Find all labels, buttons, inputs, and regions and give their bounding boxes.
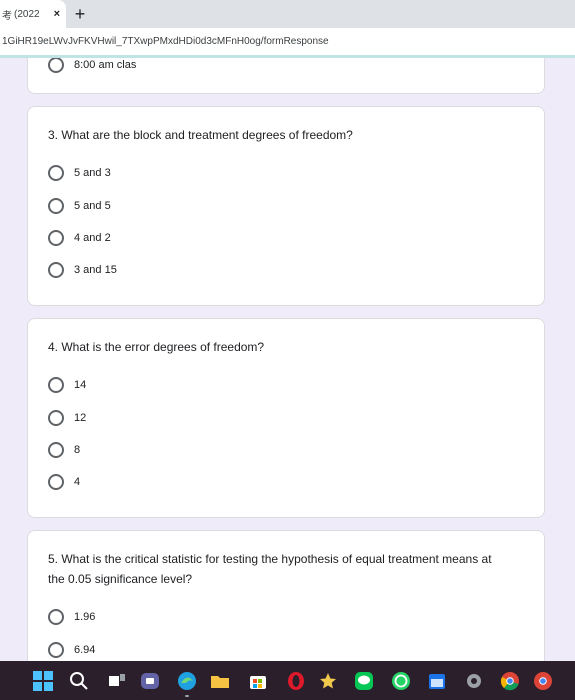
radio-option[interactable]: 8:00 am clas [48,58,136,73]
chrome-icon[interactable] [498,669,522,693]
windows-start-icon[interactable] [31,669,55,693]
question-title: 3. What are the block and treatment degr… [48,128,353,142]
edge-icon[interactable] [175,669,199,697]
meet-icon[interactable] [138,669,162,693]
opera-icon[interactable] [284,669,308,693]
radio-option[interactable]: 8 [48,442,80,458]
chrome-profile-icon[interactable] [531,669,555,693]
file-explorer-icon[interactable] [208,669,232,693]
radio-option[interactable]: 12 [48,410,86,426]
star-app-icon[interactable] [316,669,340,693]
radio-option[interactable]: 6.94 [48,642,95,658]
radio-option[interactable]: 5 and 5 [48,198,111,214]
address-bar[interactable]: 1GiHR19eLWvJvFKVHwil_7TXwpPMxdHDi0d3cMFn… [0,28,575,56]
new-tab-button[interactable]: + [66,0,94,28]
radio-button[interactable] [48,198,64,214]
close-tab-icon[interactable]: × [54,8,60,20]
radio-option[interactable]: 4 and 2 [48,230,111,246]
radio-button[interactable] [48,230,64,246]
radio-button[interactable] [48,377,64,393]
radio-option[interactable]: 5 and 3 [48,165,111,181]
search-icon[interactable] [67,669,91,693]
form-content: 8:00 am clas 3. What are the block and t… [0,58,575,661]
question-card-5: 5. What is the critical statistic for te… [27,530,545,661]
whatsapp-icon[interactable] [389,669,413,693]
tab-favicon-icon: 考 [2,10,12,22]
radio-option[interactable]: 1.96 [48,609,95,625]
option-label: 14 [74,379,87,391]
radio-button[interactable] [48,642,64,658]
radio-button[interactable] [48,262,64,278]
radio-button[interactable] [48,58,64,73]
store-icon[interactable] [246,669,270,693]
line-icon[interactable] [352,669,376,693]
option-label: 8:00 am clas [74,59,137,71]
option-label: 5 and 5 [74,200,111,212]
option-label: 1.96 [74,611,96,623]
settings-icon[interactable] [462,669,486,693]
question-card-3: 3. What are the block and treatment degr… [27,106,545,306]
radio-button[interactable] [48,609,64,625]
question-card-previous: 8:00 am clas [27,58,545,94]
radio-button[interactable] [48,442,64,458]
option-label: 4 and 2 [74,232,111,244]
option-label: 3 and 15 [74,264,117,276]
question-title: 4. What is the error degrees of freedom? [48,340,265,354]
option-label: 4 [74,476,81,488]
task-view-icon[interactable] [105,669,129,693]
radio-button[interactable] [48,474,64,490]
radio-option[interactable]: 4 [48,474,80,490]
url-text[interactable]: 1GiHR19eLWvJvFKVHwil_7TXwpPMxdHDi0d3cMFn… [2,36,329,47]
option-label: 8 [74,444,81,456]
radio-button[interactable] [48,165,64,181]
taskbar [0,661,575,700]
tab-title: (2022 [14,8,40,20]
browser-tab[interactable]: 考 (2022 × [0,0,66,28]
option-label: 5 and 3 [74,167,111,179]
tab-strip: 考 (2022 × + [0,0,575,28]
radio-button[interactable] [48,410,64,426]
option-label: 12 [74,412,87,424]
radio-option[interactable]: 14 [48,377,86,393]
question-title: 5. What is the critical statistic for te… [48,552,492,586]
radio-option[interactable]: 3 and 15 [48,262,117,278]
option-label: 6.94 [74,644,96,656]
question-card-4: 4. What is the error degrees of freedom?… [27,318,545,518]
calendar-icon[interactable] [425,669,449,693]
